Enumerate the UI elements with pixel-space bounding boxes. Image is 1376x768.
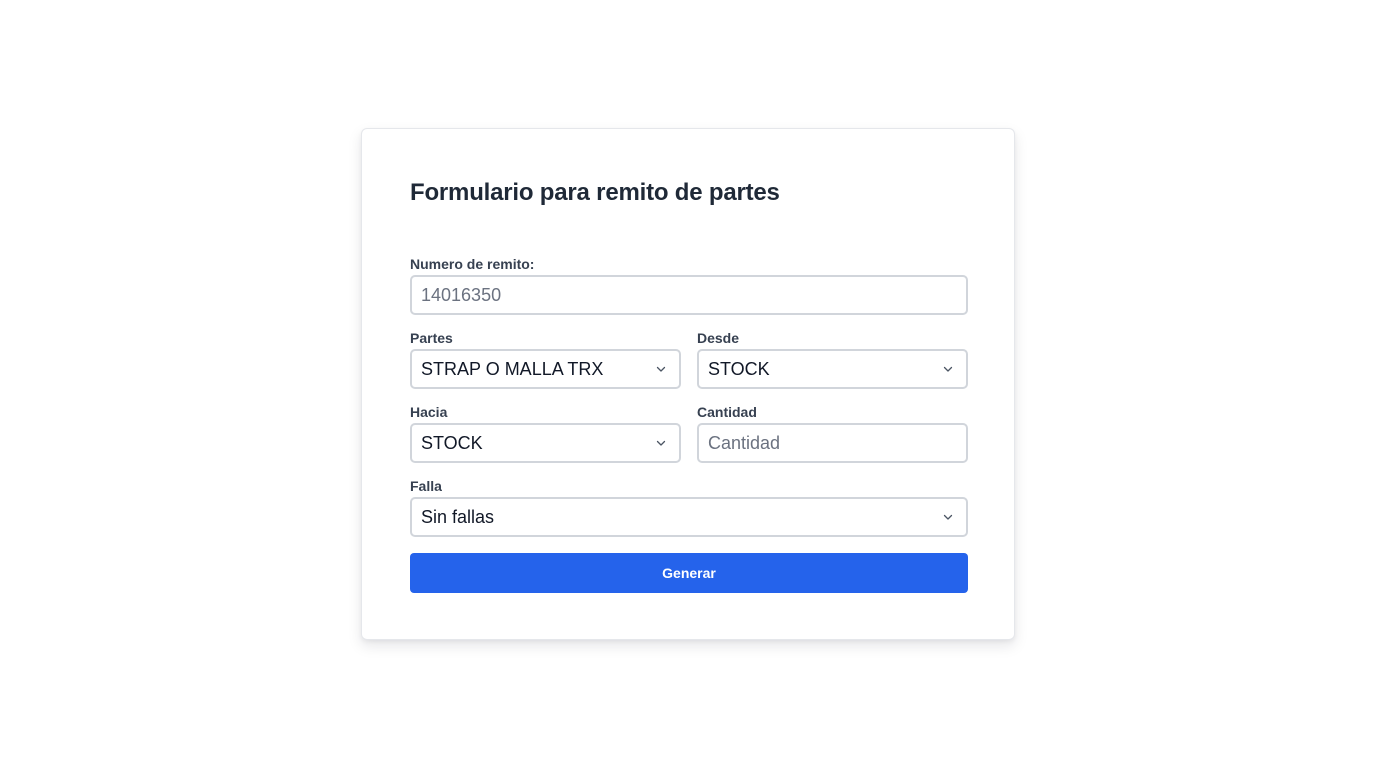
partes-label: Partes [410, 330, 453, 346]
hacia-selected-value: STOCK [421, 432, 483, 453]
hacia-label: Hacia [410, 404, 448, 420]
falla-label: Falla [410, 478, 442, 494]
chevron-down-icon [656, 366, 666, 372]
chevron-down-icon [943, 514, 953, 520]
desde-selected-value: STOCK [708, 358, 770, 379]
cantidad-input[interactable]: Cantidad [697, 423, 968, 463]
numero-remito-input[interactable]: 14016350 [410, 275, 968, 315]
generar-button[interactable]: Generar [410, 553, 968, 593]
numero-remito-label: Numero de remito: [410, 256, 535, 272]
falla-select[interactable]: Sin fallas [410, 497, 968, 537]
cantidad-label: Cantidad [697, 404, 757, 420]
hacia-select[interactable]: STOCK [410, 423, 681, 463]
chevron-down-icon [943, 366, 953, 372]
desde-select[interactable]: STOCK [697, 349, 968, 389]
partes-selected-value: STRAP O MALLA TRX [421, 358, 604, 379]
form-card: Formulario para remito de partes Numero … [361, 128, 1015, 640]
numero-remito-placeholder: 14016350 [421, 284, 502, 305]
partes-select[interactable]: STRAP O MALLA TRX [410, 349, 681, 389]
falla-selected-value: Sin fallas [421, 506, 495, 527]
chevron-down-icon [656, 440, 666, 446]
cantidad-placeholder: Cantidad [708, 432, 781, 453]
form-title: Formulario para remito de partes [410, 179, 780, 206]
desde-label: Desde [697, 330, 740, 346]
